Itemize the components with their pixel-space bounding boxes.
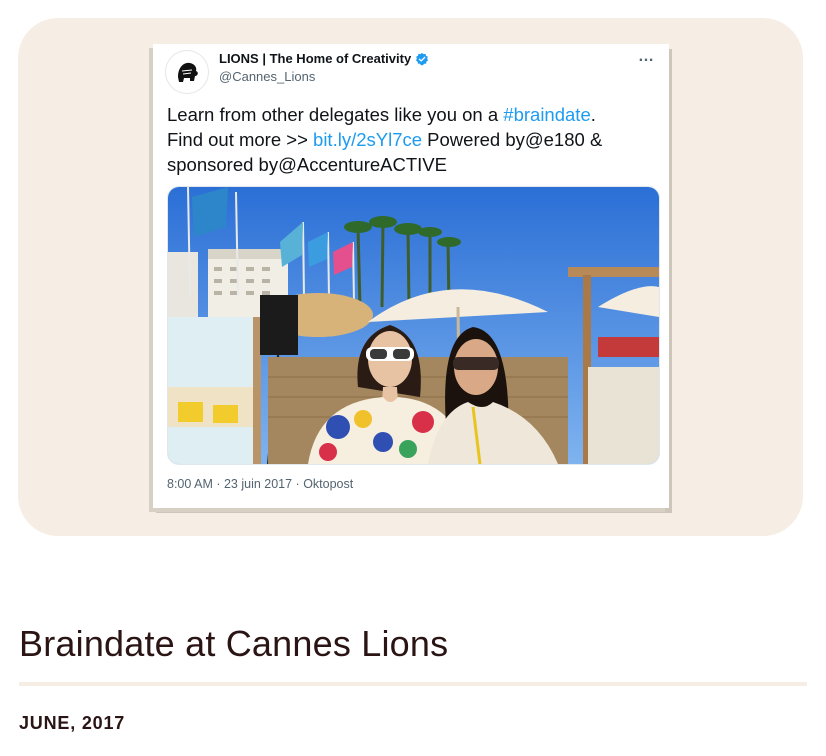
- tweet-author: LIONS | The Home of Creativity: [219, 51, 429, 66]
- short-url-link[interactable]: bit.ly/2sYl7ce: [313, 129, 422, 150]
- event-date: JUNE, 2017: [19, 713, 126, 733]
- page-title: Braindate at Cannes Lions: [19, 623, 449, 664]
- verified-badge-icon: [416, 52, 429, 65]
- cannes-lions-logo-avatar[interactable]: [165, 50, 209, 94]
- tweet-text-part: Powered by@e180 &: [422, 129, 603, 150]
- tweet-text-part: .: [590, 104, 596, 125]
- tweet-photo[interactable]: [167, 186, 660, 465]
- beach-event-photo: [168, 187, 659, 464]
- tweet-text-part: Find out more >>: [167, 129, 314, 150]
- embedded-tweet[interactable]: LIONS | The Home of Creativity @Cannes_L…: [153, 44, 669, 508]
- tweet-timestamp[interactable]: 8:00 AM · 23 juin 2017 · Oktopost: [167, 477, 353, 491]
- account-name[interactable]: LIONS | The Home of Creativity: [219, 51, 411, 66]
- more-options-icon[interactable]: …: [638, 48, 655, 66]
- hashtag-link[interactable]: #braindate: [503, 104, 590, 125]
- tweet-text: Learn from other delegates like you on a…: [167, 102, 657, 177]
- tweet-text-part: Learn from other delegates like you on a: [167, 104, 504, 125]
- account-handle[interactable]: @Cannes_Lions: [219, 69, 315, 84]
- tweet-text-part: sponsored by@AccentureACTIVE: [167, 154, 447, 175]
- lion-logo-icon: [178, 62, 198, 82]
- title-divider: [19, 682, 807, 686]
